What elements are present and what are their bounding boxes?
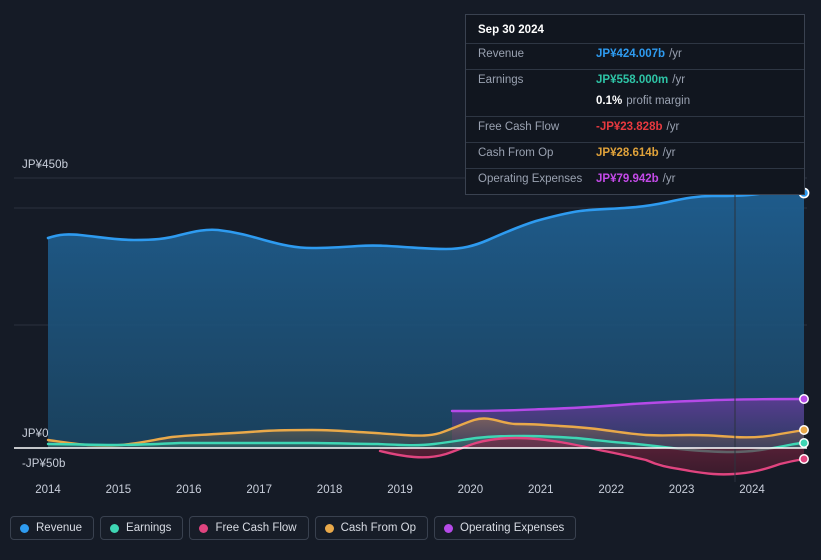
- legend-color-swatch-icon: [110, 523, 120, 533]
- x-axis-tick-2023: 2023: [668, 484, 695, 496]
- tooltip-row-value: JP¥424.007b: [596, 48, 666, 60]
- y-axis-label-top: JP¥450b: [22, 159, 69, 171]
- endpoint-free-cash-flow: [799, 454, 809, 464]
- legend-item-operating-expenses[interactable]: Operating Expenses: [434, 516, 577, 540]
- tooltip-row: Revenue JP¥424.007b/yr: [466, 43, 804, 69]
- tooltip-row: Operating Expenses JP¥79.942b/yr: [466, 168, 804, 194]
- x-axis-tick-2018: 2018: [316, 484, 343, 496]
- tooltip-row-value: JP¥558.000m: [596, 74, 669, 86]
- x-axis-tick-2014: 2014: [35, 484, 61, 496]
- legend-item-earnings[interactable]: Earnings: [100, 516, 184, 540]
- chart-page: JP¥450b JP¥0 -JP¥50b 2014 2015 2016 2017 201…: [0, 0, 821, 560]
- x-axis-tick-2017: 2017: [246, 484, 272, 496]
- legend-label: Free Cash Flow: [215, 522, 297, 534]
- legend-color-swatch-icon: [199, 523, 209, 533]
- tooltip-row: Cash From Op JP¥28.614b/yr: [466, 142, 804, 168]
- tooltip-row-suffix: /yr: [662, 147, 676, 159]
- legend-label: Cash From Op: [340, 522, 417, 534]
- endpoint-cash-from-op: [799, 425, 809, 435]
- legend-item-revenue[interactable]: Revenue: [10, 516, 95, 540]
- tooltip-row: Earnings JP¥558.000m/yr: [466, 69, 804, 95]
- x-axis-tick-2019: 2019: [387, 484, 413, 496]
- x-axis-tick-2016: 2016: [176, 484, 202, 496]
- legend-color-swatch-icon: [20, 523, 29, 533]
- x-axis-tick-2015: 2015: [105, 484, 132, 496]
- tooltip-row-suffix: /yr: [672, 74, 686, 86]
- y-axis-label-negative: -JP¥50b: [22, 458, 66, 470]
- legend-label: Revenue: [36, 522, 83, 534]
- tooltip-row-suffix: /yr: [666, 121, 680, 133]
- tooltip-row: 0.1% profit margin: [466, 95, 804, 116]
- tooltip-row-suffix: /yr: [662, 173, 676, 185]
- tooltip-row: Free Cash Flow -JP¥23.828b/yr: [466, 116, 804, 142]
- x-axis-tick-2020: 2020: [457, 484, 484, 496]
- tooltip-date: Sep 30 2024: [478, 24, 544, 36]
- x-axis-tick-2022: 2022: [598, 484, 624, 496]
- legend-color-swatch-icon: [324, 523, 334, 533]
- tooltip-row-label: Revenue: [478, 48, 525, 60]
- chart-legend: Revenue Earnings Free Cash Flow Cash From O…: [10, 516, 577, 540]
- legend-label: Earnings: [126, 522, 172, 534]
- tooltip-row-suffix: profit margin: [626, 95, 691, 107]
- tooltip-row-label: Free Cash Flow: [478, 121, 560, 133]
- tooltip-row-suffix: /yr: [669, 48, 682, 60]
- legend-item-free-cash-flow[interactable]: Free Cash Flow: [189, 516, 309, 540]
- x-axis-tick-2021: 2021: [528, 484, 554, 496]
- tooltip-rows: Revenue JP¥424.007b/yr Earnings JP¥558.000m…: [466, 43, 804, 194]
- tooltip-row-label: Cash From Op: [478, 147, 554, 159]
- x-axis: 2014 2015 2016 2017 2018 2019 2020 2021 2022 2023…: [0, 484, 821, 502]
- tooltip-row-value: -JP¥23.828b: [596, 121, 663, 133]
- legend-item-cash-from-op[interactable]: Cash From Op: [314, 516, 429, 540]
- legend-label: Operating Expenses: [460, 522, 565, 534]
- legend-color-swatch-icon: [444, 523, 454, 533]
- endpoint-earnings: [799, 438, 809, 448]
- tooltip-row-value: JP¥79.942b: [596, 173, 659, 185]
- x-axis-tick-2024: 2024: [739, 484, 765, 496]
- tooltip-row-value: 0.1%: [596, 95, 623, 107]
- data-tooltip: Sep 30 2024 Revenue JP¥424.007b/yr Earning…: [465, 14, 805, 195]
- endpoint-operating-expenses: [799, 394, 809, 404]
- y-axis-label-zero: JP¥0: [22, 428, 49, 440]
- tooltip-row-label: Earnings: [478, 74, 524, 86]
- tooltip-row-label: Operating Expenses: [478, 173, 583, 185]
- tooltip-row-value: JP¥28.614b: [596, 147, 659, 159]
